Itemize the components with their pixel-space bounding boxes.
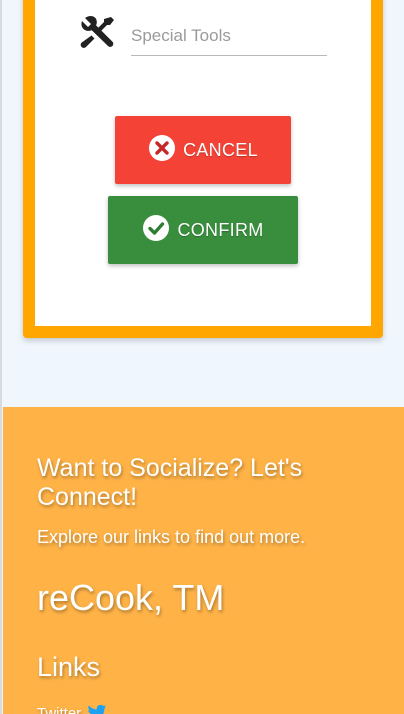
- links-heading: Links: [37, 652, 101, 682]
- footer-subtext: Explore our links to find out more.: [37, 527, 306, 547]
- footer-heading: Want to Socialize? Let's Connect!: [37, 454, 303, 511]
- special-tools-row: [78, 14, 328, 58]
- page-edge: [0, 0, 2, 714]
- twitter-link[interactable]: Twitter: [37, 703, 107, 714]
- check-circle-icon: [143, 215, 170, 241]
- twitter-label: Twitter: [37, 704, 82, 714]
- cancel-label: CANCEL: [183, 139, 258, 160]
- special-tools-input[interactable]: [131, 22, 327, 56]
- confirm-label: CONFIRM: [177, 219, 264, 240]
- tools-icon: [80, 16, 114, 48]
- twitter-bird-icon: [88, 704, 107, 714]
- brand-name: reCook, TM: [37, 577, 225, 618]
- site-footer: Want to Socialize? Let's Connect! Explor…: [3, 407, 404, 714]
- confirm-button[interactable]: CONFIRM: [108, 196, 298, 264]
- close-circle-icon: [149, 135, 176, 161]
- cancel-button[interactable]: CANCEL: [115, 116, 291, 184]
